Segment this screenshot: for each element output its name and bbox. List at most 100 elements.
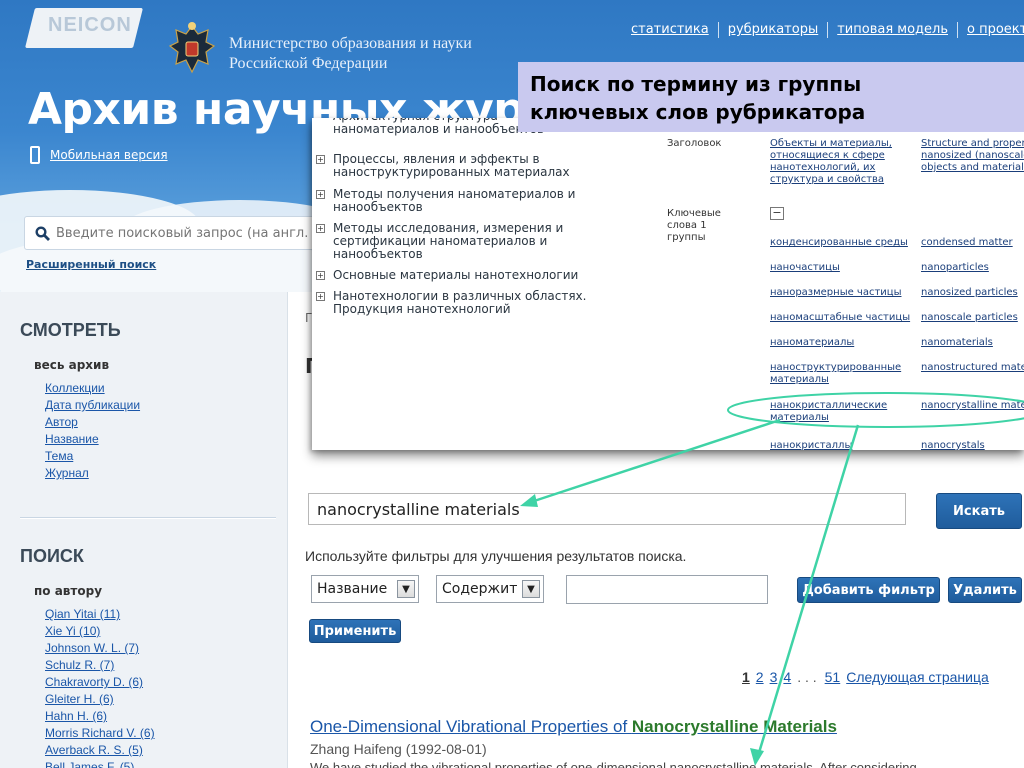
nav-about[interactable]: о проекте	[957, 22, 1024, 38]
pagination: 1234 . . . 51 Следующая страница	[742, 669, 995, 685]
page-link-last[interactable]: 51	[825, 669, 841, 685]
result-author: Zhang Haifeng (1992-08-01)	[310, 741, 487, 757]
filter-op-select[interactable]: Содержит ▼	[436, 575, 544, 603]
heading-en-link[interactable]: Structure and properties of nanosized (n…	[921, 138, 1024, 174]
author-link[interactable]: Gleiter H. (6)	[45, 692, 114, 706]
header-search-input[interactable]	[56, 225, 316, 241]
mobile-version-link[interactable]: Мобильная версия	[50, 148, 168, 162]
author-link[interactable]: Schulz R. (7)	[45, 658, 114, 672]
coat-of-arms-icon	[168, 22, 216, 74]
browse-journal[interactable]: Журнал	[45, 466, 89, 480]
keyword-en[interactable]: nanoscale particles	[921, 312, 1018, 324]
keyword-ru[interactable]: наночастицы	[770, 262, 840, 274]
author-link[interactable]: Johnson W. L. (7)	[45, 641, 139, 655]
sidebar-divider	[20, 517, 276, 519]
tree-item[interactable]: + Основные материалы нанотехнологии	[316, 269, 593, 282]
sidebar: СМОТРЕТЬ весь архив Коллекции Дата публи…	[0, 292, 288, 768]
add-filter-button[interactable]: Добавить фильтр	[797, 577, 940, 603]
result-title-link[interactable]: One-Dimensional Vibrational Properties o…	[310, 717, 837, 737]
keyword-en[interactable]: nanocrystals	[921, 440, 985, 450]
tree-item[interactable]: + Методы получения наноматериалов и нано…	[316, 188, 593, 214]
keyword-en[interactable]: nanomaterials	[921, 337, 993, 349]
author-link[interactable]: Chakravorty D. (6)	[45, 675, 143, 689]
list-item: Название	[45, 431, 140, 448]
top-navigation: статистика рубрикаторы типовая модель о …	[622, 22, 1024, 38]
delete-filter-button[interactable]: Удалить	[948, 577, 1022, 603]
keyword-ru[interactable]: конденсированные среды	[770, 237, 908, 249]
page-link[interactable]: 3	[770, 669, 778, 685]
author-link[interactable]: Xie Yi (10)	[45, 624, 100, 638]
search-button[interactable]: Искать	[936, 493, 1022, 529]
tree-toggle[interactable]	[316, 118, 325, 121]
page-link[interactable]: 2	[756, 669, 764, 685]
filter-op-value: Содержит	[442, 581, 518, 597]
browse-date[interactable]: Дата публикации	[45, 398, 140, 412]
rubricator-panel: Архитектурная структура наноматериалов и…	[312, 118, 1024, 450]
plus-icon[interactable]: +	[316, 271, 325, 280]
author-facet-list: Qian Yitai (11) Xie Yi (10) Johnson W. L…	[45, 606, 155, 768]
keyword-ru-selected[interactable]: нанокристаллические материалы	[770, 400, 900, 424]
list-item: Дата публикации	[45, 397, 140, 414]
nav-standard-model[interactable]: типовая модель	[827, 22, 957, 38]
callout-line-1: Поиск по термину из группы	[530, 72, 862, 96]
sidebar-search-sub: по автору	[34, 584, 103, 598]
chevron-down-icon[interactable]: ▼	[397, 580, 415, 598]
list-item: Averback R. S. (5)	[45, 742, 155, 759]
nav-statistics[interactable]: статистика	[622, 22, 718, 38]
keyword-en[interactable]: nanosized particles	[921, 287, 1018, 299]
tree-item[interactable]: + Методы исследования, измерения и серти…	[316, 222, 593, 261]
author-link[interactable]: Morris Richard V. (6)	[45, 726, 155, 740]
plus-icon[interactable]: +	[316, 224, 325, 233]
advanced-search-link[interactable]: Расширенный поиск	[26, 258, 156, 271]
author-link[interactable]: Bell James F. (5)	[45, 760, 134, 768]
keyword-en[interactable]: condensed matter	[921, 237, 1013, 249]
next-page-link[interactable]: Следующая страница	[846, 669, 989, 685]
tree-item-label: Процессы, явления и эффекты в нанострукт…	[333, 152, 570, 179]
list-item: Morris Richard V. (6)	[45, 725, 155, 742]
keyword-en[interactable]: nanostructured materials	[921, 362, 1024, 374]
list-item: Тема	[45, 448, 140, 465]
result-title-highlight: Nanocrystalline Materials	[631, 717, 837, 736]
browse-author[interactable]: Автор	[45, 415, 78, 429]
page-link[interactable]: 4	[783, 669, 791, 685]
page-current: 1	[742, 669, 750, 685]
keyword-ru[interactable]: нанокристаллы	[770, 440, 852, 450]
result-title-text: One-Dimensional Vibrational Properties o…	[310, 717, 632, 736]
list-item: Chakravorty D. (6)	[45, 674, 155, 691]
keyword-ru[interactable]: наномасштабные частицы	[770, 312, 910, 324]
heading-ru-link[interactable]: Объекты и материалы, относящиеся к сфере…	[770, 138, 910, 186]
header-search-box	[24, 216, 324, 250]
chevron-down-icon[interactable]: ▼	[522, 580, 540, 598]
browse-subject[interactable]: Тема	[45, 449, 73, 463]
tree-item[interactable]: + Процессы, явления и эффекты в наностру…	[316, 153, 593, 179]
plus-icon[interactable]: +	[316, 292, 325, 301]
filter-value-input[interactable]	[566, 575, 768, 604]
mobile-version: Мобильная версия	[30, 146, 168, 164]
author-link[interactable]: Averback R. S. (5)	[45, 743, 143, 757]
browse-title[interactable]: Название	[45, 432, 99, 446]
list-item: Schulz R. (7)	[45, 657, 155, 674]
keyword-en[interactable]: nanoparticles	[921, 262, 989, 274]
nav-rubricators[interactable]: рубрикаторы	[717, 22, 828, 38]
list-item: Автор	[45, 414, 140, 431]
plus-icon[interactable]: +	[316, 190, 325, 199]
filter-field-select[interactable]: Название ▼	[311, 575, 419, 603]
collapse-icon[interactable]: −	[770, 207, 784, 220]
main-search-input[interactable]	[308, 493, 906, 525]
tree-item-label: Методы исследования, измерения и сертифи…	[333, 221, 564, 261]
author-link[interactable]: Hahn H. (6)	[45, 709, 107, 723]
filter-field-value: Название	[317, 581, 388, 597]
search-icon[interactable]	[35, 225, 50, 241]
keyword-ru[interactable]: наноматериалы	[770, 337, 854, 349]
keyword-ru[interactable]: наноструктурированные материалы	[770, 362, 910, 386]
author-link[interactable]: Qian Yitai (11)	[45, 607, 120, 621]
apply-button[interactable]: Применить	[309, 619, 401, 643]
browse-collections[interactable]: Коллекции	[45, 381, 105, 395]
keywords-label: Ключевые слова 1 группы	[667, 208, 721, 243]
tree-item[interactable]: + Нанотехнологии в различных областях. П…	[316, 290, 593, 316]
keyword-ru[interactable]: наноразмерные частицы	[770, 287, 901, 299]
list-item: Qian Yitai (11)	[45, 606, 155, 623]
neicon-logo[interactable]: NEICON	[48, 14, 132, 37]
plus-icon[interactable]: +	[316, 155, 325, 164]
keyword-en-selected[interactable]: nanocrystalline materials	[921, 400, 1024, 412]
